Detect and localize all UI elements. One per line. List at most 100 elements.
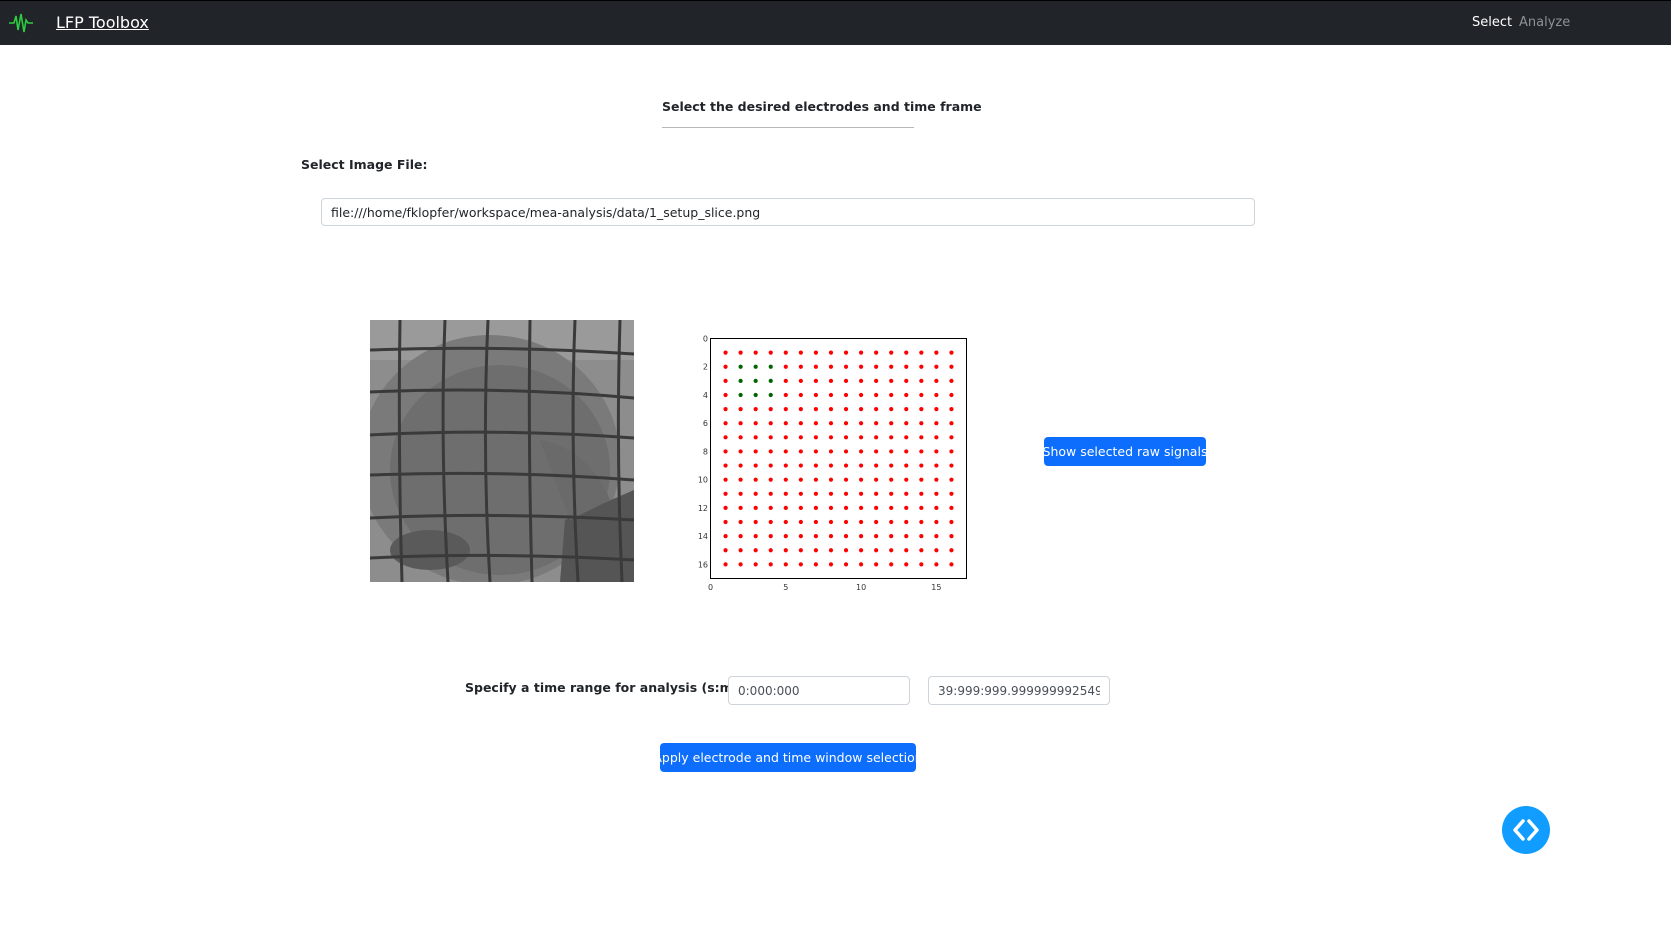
electrode[interactable] [858, 548, 864, 553]
electrode[interactable] [904, 519, 909, 525]
electrode[interactable] [813, 421, 819, 426]
electrode[interactable] [904, 378, 909, 383]
electrode[interactable] [753, 491, 758, 496]
electrode[interactable] [768, 505, 773, 511]
electrode[interactable] [949, 435, 954, 440]
electrode[interactable] [753, 562, 758, 567]
electrode[interactable] [889, 491, 894, 496]
electrode[interactable] [798, 392, 803, 398]
electrode[interactable] [889, 477, 894, 482]
electrode[interactable] [949, 378, 954, 383]
electrode[interactable] [934, 491, 939, 496]
electrode[interactable] [783, 378, 788, 383]
electrode-selected[interactable] [753, 378, 758, 383]
electrode[interactable] [753, 350, 758, 355]
electrode[interactable] [738, 519, 743, 525]
electrode[interactable] [753, 421, 758, 426]
electrode[interactable] [858, 378, 864, 383]
electrode[interactable] [874, 435, 879, 440]
electrode[interactable] [934, 463, 939, 468]
electrode[interactable] [813, 463, 819, 468]
electrode[interactable] [934, 449, 939, 454]
electrode[interactable] [843, 491, 849, 496]
electrode[interactable] [858, 421, 864, 426]
electrode-selected[interactable] [753, 364, 758, 369]
electrode[interactable] [768, 350, 773, 355]
electrode[interactable] [934, 519, 939, 525]
electrode[interactable] [753, 463, 758, 468]
electrode[interactable] [828, 378, 834, 383]
electrode[interactable] [858, 435, 864, 440]
electrode[interactable] [723, 505, 728, 511]
electrode[interactable] [949, 421, 954, 426]
electrode[interactable] [738, 449, 743, 454]
electrode[interactable] [723, 534, 728, 539]
electrode[interactable] [738, 548, 743, 553]
electrode[interactable] [828, 491, 834, 496]
electrode[interactable] [843, 463, 849, 468]
electrode[interactable] [919, 350, 924, 355]
electrode[interactable] [858, 449, 864, 454]
electrode[interactable] [904, 562, 909, 567]
electrode[interactable] [889, 548, 894, 553]
electrode[interactable] [874, 463, 879, 468]
electrode[interactable] [723, 435, 728, 440]
electrode[interactable] [768, 406, 773, 412]
electrode[interactable] [934, 421, 939, 426]
electrode[interactable] [783, 519, 788, 525]
electrode-selected[interactable] [768, 378, 773, 383]
brand-link[interactable]: LFP Toolbox [56, 12, 149, 34]
electrode[interactable] [753, 548, 758, 553]
electrode[interactable] [858, 364, 864, 369]
electrode[interactable] [904, 505, 909, 511]
electrode[interactable] [798, 534, 803, 539]
electrode-selected[interactable] [738, 364, 743, 369]
electrode[interactable] [858, 350, 864, 355]
electrode[interactable] [768, 548, 773, 553]
electrode[interactable] [828, 364, 834, 369]
electrode[interactable] [738, 463, 743, 468]
time-end-input[interactable] [928, 676, 1110, 705]
electrode[interactable] [783, 421, 788, 426]
electrode[interactable] [828, 406, 834, 412]
apply-selection-button[interactable]: Apply electrode and time window selectio… [653, 743, 923, 772]
electrode[interactable] [949, 562, 954, 567]
electrode[interactable] [949, 534, 954, 539]
electrode[interactable] [919, 477, 924, 482]
electrode[interactable] [768, 435, 773, 440]
electrode[interactable] [723, 477, 728, 482]
electrode[interactable] [828, 505, 834, 511]
electrode[interactable] [858, 534, 864, 539]
electrode[interactable] [738, 350, 743, 355]
electrode[interactable] [949, 392, 954, 398]
electrode[interactable] [889, 449, 894, 454]
electrode[interactable] [783, 477, 788, 482]
electrode[interactable] [798, 378, 803, 383]
electrode[interactable] [723, 364, 728, 369]
electrode[interactable] [919, 449, 924, 454]
electrode[interactable] [813, 505, 819, 511]
electrode[interactable] [723, 519, 728, 525]
electrode[interactable] [889, 505, 894, 511]
electrode[interactable] [828, 392, 834, 398]
electrode[interactable] [858, 505, 864, 511]
electrode[interactable] [934, 392, 939, 398]
electrode[interactable] [904, 463, 909, 468]
electrode[interactable] [874, 392, 879, 398]
electrode[interactable] [753, 534, 758, 539]
electrode[interactable] [828, 463, 834, 468]
electrode[interactable] [783, 505, 788, 511]
electrode[interactable] [934, 378, 939, 383]
electrode[interactable] [874, 449, 879, 454]
electrode[interactable] [904, 548, 909, 553]
electrode[interactable] [768, 449, 773, 454]
electrode[interactable] [828, 350, 834, 355]
electrode[interactable] [874, 562, 879, 567]
electrode[interactable] [949, 406, 954, 412]
electrode[interactable] [768, 421, 773, 426]
electrode[interactable] [904, 477, 909, 482]
electrode[interactable] [889, 392, 894, 398]
electrode[interactable] [813, 534, 819, 539]
electrode[interactable] [919, 378, 924, 383]
electrode[interactable] [874, 534, 879, 539]
